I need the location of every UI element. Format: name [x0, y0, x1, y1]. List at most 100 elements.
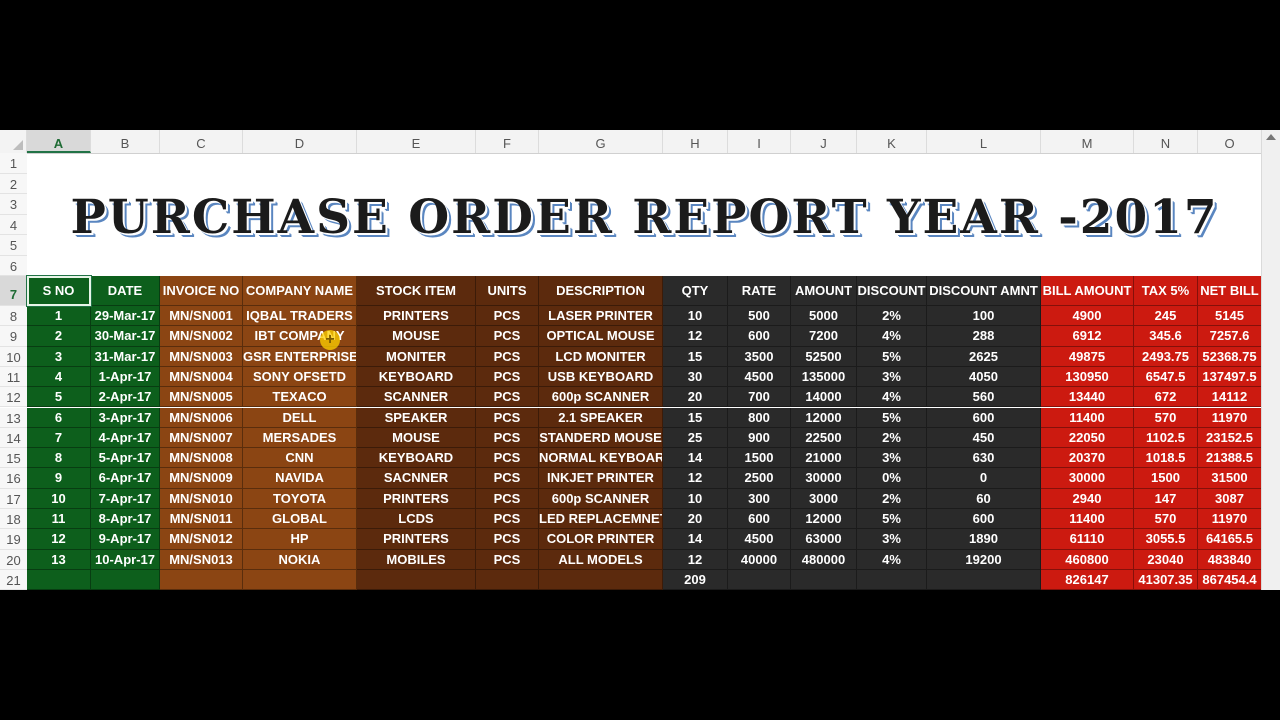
cell-s-no[interactable]: 5 [27, 387, 91, 408]
cell-discount[interactable]: 2% [857, 427, 927, 449]
cell-rate[interactable]: 500 [728, 306, 791, 327]
row-header-12[interactable]: 12 [0, 387, 27, 408]
header-net-bill[interactable]: NET BILL [1198, 276, 1262, 306]
cell-qty[interactable]: 15 [663, 407, 728, 428]
cell-bill-amount[interactable]: 20370 [1041, 448, 1134, 469]
cell-units[interactable]: PCS [476, 366, 539, 388]
cell-company-name[interactable]: DELL [243, 407, 357, 428]
cell-rate[interactable]: 600 [728, 326, 791, 347]
cell-stock-item[interactable]: SCANNER [357, 387, 476, 408]
cell-invoice-no[interactable]: MN/SN008 [160, 448, 243, 469]
row-header-6[interactable]: 6 [0, 255, 27, 276]
cell-s-no[interactable]: 11 [27, 509, 91, 530]
cell-amount[interactable]: 7200 [791, 326, 857, 347]
cell-s-no[interactable]: 12 [27, 529, 91, 550]
cell-discount-amnt[interactable]: 600 [927, 407, 1041, 428]
cell-date[interactable]: 10-Apr-17 [91, 549, 160, 570]
column-header-l[interactable]: L [927, 130, 1041, 153]
cell-tax-5[interactable]: 1018.5 [1134, 448, 1198, 469]
row-header-21[interactable]: 21 [0, 569, 27, 590]
cell-amount[interactable]: 63000 [791, 529, 857, 550]
cell-qty[interactable]: 10 [663, 306, 728, 327]
cell-net-bill[interactable]: 483840 [1198, 549, 1262, 570]
cell-units[interactable]: PCS [476, 407, 539, 428]
cell-units[interactable]: PCS [476, 427, 539, 449]
cell-stock-item[interactable]: MONITER [357, 346, 476, 367]
cell-units[interactable]: PCS [476, 509, 539, 530]
cell-s-no[interactable]: 1 [27, 306, 91, 327]
total-invoice-no[interactable] [160, 569, 243, 590]
cell-discount-amnt[interactable]: 450 [927, 427, 1041, 449]
cell-net-bill[interactable]: 11970 [1198, 509, 1262, 530]
cell-amount[interactable]: 14000 [791, 387, 857, 408]
cell-bill-amount[interactable]: 6912 [1041, 326, 1134, 347]
column-header-n[interactable]: N [1134, 130, 1198, 153]
row-header-8[interactable]: 8 [0, 306, 27, 327]
cell-rate[interactable]: 900 [728, 427, 791, 449]
cell-bill-amount[interactable]: 4900 [1041, 306, 1134, 327]
header-rate[interactable]: RATE [728, 276, 791, 306]
cell-invoice-no[interactable]: MN/SN013 [160, 549, 243, 570]
cell-rate[interactable]: 700 [728, 387, 791, 408]
cell-qty[interactable]: 14 [663, 529, 728, 550]
cell-units[interactable]: PCS [476, 387, 539, 408]
cell-qty[interactable]: 10 [663, 488, 728, 509]
row-header-17[interactable]: 17 [0, 488, 27, 509]
cell-discount-amnt[interactable]: 2625 [927, 346, 1041, 367]
cell-description[interactable]: LED REPLACEMNET [539, 509, 663, 530]
cell-date[interactable]: 1-Apr-17 [91, 366, 160, 388]
total-net-bill[interactable]: 867454.4 [1198, 569, 1262, 590]
cell-s-no[interactable]: 10 [27, 488, 91, 509]
cell-discount[interactable]: 3% [857, 366, 927, 388]
cell-s-no[interactable]: 6 [27, 407, 91, 428]
cell-company-name[interactable]: TEXACO [243, 387, 357, 408]
cell-description[interactable]: LCD MONITER [539, 346, 663, 367]
cell-stock-item[interactable]: MOUSE [357, 326, 476, 347]
cell-s-no[interactable]: 9 [27, 468, 91, 489]
cell-stock-item[interactable]: LCDS [357, 509, 476, 530]
column-header-d[interactable]: D [243, 130, 357, 153]
cell-stock-item[interactable]: MOUSE [357, 427, 476, 449]
cell-bill-amount[interactable]: 49875 [1041, 346, 1134, 367]
cell-description[interactable]: STANDERD MOUSE [539, 427, 663, 449]
cell-invoice-no[interactable]: MN/SN009 [160, 468, 243, 489]
row-header-19[interactable]: 19 [0, 529, 27, 550]
total-rate[interactable] [728, 569, 791, 590]
row-header-13[interactable]: 13 [0, 407, 27, 428]
cell-rate[interactable]: 4500 [728, 366, 791, 388]
cell-discount-amnt[interactable]: 0 [927, 468, 1041, 489]
cell-tax-5[interactable]: 147 [1134, 488, 1198, 509]
cell-description[interactable]: 600p SCANNER [539, 387, 663, 408]
cell-net-bill[interactable]: 5145 [1198, 306, 1262, 327]
cell-discount[interactable]: 2% [857, 488, 927, 509]
cell-discount[interactable]: 0% [857, 468, 927, 489]
cell-rate[interactable]: 4500 [728, 529, 791, 550]
row-header-9[interactable]: 9 [0, 326, 27, 347]
cell-date[interactable]: 2-Apr-17 [91, 387, 160, 408]
total-bill-amount[interactable]: 826147 [1041, 569, 1134, 590]
cell-bill-amount[interactable]: 2940 [1041, 488, 1134, 509]
total-units[interactable] [476, 569, 539, 590]
cell-invoice-no[interactable]: MN/SN004 [160, 366, 243, 388]
cell-rate[interactable]: 3500 [728, 346, 791, 367]
total-discount[interactable] [857, 569, 927, 590]
cell-qty[interactable]: 15 [663, 346, 728, 367]
total-description[interactable] [539, 569, 663, 590]
header-bill-amount[interactable]: BILL AMOUNT [1041, 276, 1134, 306]
cell-discount[interactable]: 3% [857, 529, 927, 550]
cell-discount[interactable]: 4% [857, 387, 927, 408]
cell-rate[interactable]: 1500 [728, 448, 791, 469]
cell-discount-amnt[interactable]: 560 [927, 387, 1041, 408]
cell-company-name[interactable]: TOYOTA [243, 488, 357, 509]
row-header-18[interactable]: 18 [0, 509, 27, 530]
cell-bill-amount[interactable]: 22050 [1041, 427, 1134, 449]
total-discount-amnt[interactable] [927, 569, 1041, 590]
cell-tax-5[interactable]: 1500 [1134, 468, 1198, 489]
cell-stock-item[interactable]: SPEAKER [357, 407, 476, 428]
header-invoice-no[interactable]: INVOICE NO [160, 276, 243, 306]
cell-rate[interactable]: 40000 [728, 549, 791, 570]
column-header-m[interactable]: M [1041, 130, 1134, 153]
cell-date[interactable]: 6-Apr-17 [91, 468, 160, 489]
cell-units[interactable]: PCS [476, 549, 539, 570]
cell-qty[interactable]: 12 [663, 549, 728, 570]
